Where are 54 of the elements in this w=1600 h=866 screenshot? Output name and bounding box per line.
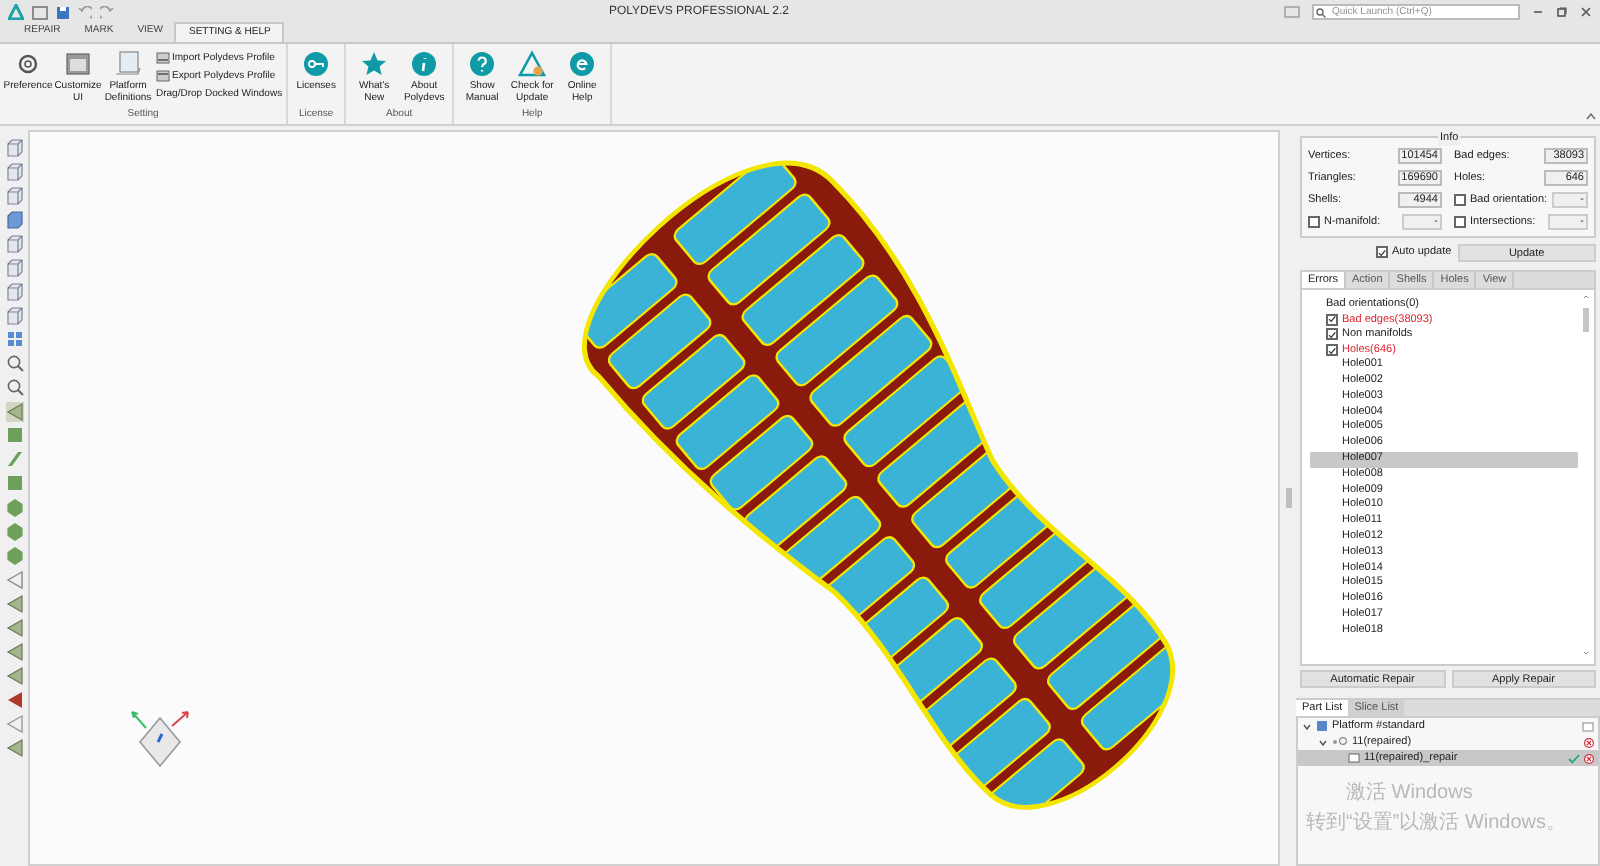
activation-detail: 转到“设置”以激活 Windows。 xyxy=(1306,809,1569,838)
nodes-icon[interactable] xyxy=(5,330,23,350)
export-icon xyxy=(156,70,170,82)
gear-icon xyxy=(14,50,42,78)
cube-icon[interactable] xyxy=(5,234,23,254)
star-icon xyxy=(360,50,389,78)
redo-icon[interactable] xyxy=(100,5,114,19)
chevron-down-icon[interactable] xyxy=(1302,721,1312,731)
chevron-down-icon[interactable] xyxy=(1318,737,1328,747)
window-icon xyxy=(64,50,92,78)
checkbox[interactable] xyxy=(1326,344,1338,357)
minimize-icon[interactable] xyxy=(1532,6,1544,18)
question-icon xyxy=(468,50,497,78)
app-logo-icon xyxy=(8,4,24,20)
part-icon xyxy=(1348,752,1360,764)
cube-icon[interactable] xyxy=(5,258,23,278)
undo-icon[interactable] xyxy=(78,5,92,19)
platform-status-icon xyxy=(1582,721,1594,731)
cube-icon[interactable] xyxy=(5,162,23,182)
checkbox[interactable] xyxy=(1308,216,1320,228)
error-icon[interactable] xyxy=(1584,753,1594,763)
zoom-icon[interactable] xyxy=(5,354,23,374)
platform-icon xyxy=(114,50,142,78)
checkmark-icon xyxy=(1568,753,1580,763)
platform-icon xyxy=(1316,720,1328,732)
restore-icon[interactable] xyxy=(1556,6,1568,18)
cube-icon[interactable] xyxy=(5,282,23,302)
square-icon[interactable] xyxy=(5,474,23,494)
checkbox[interactable] xyxy=(1454,194,1466,206)
key-icon xyxy=(302,50,331,78)
import-icon xyxy=(156,52,170,64)
checkbox[interactable] xyxy=(1326,328,1338,341)
e-circle-icon xyxy=(568,50,597,78)
parallelogram-icon[interactable] xyxy=(5,450,23,470)
search-icon xyxy=(1316,7,1326,17)
triangle-icon xyxy=(518,50,547,78)
zoom-icon[interactable] xyxy=(5,378,23,398)
splitter-handle[interactable] xyxy=(1285,488,1291,508)
cube-icon[interactable] xyxy=(5,186,23,206)
axis-cube-drawing xyxy=(131,711,189,768)
cube-icon[interactable] xyxy=(5,306,23,326)
square-icon[interactable] xyxy=(5,426,23,446)
cube-icon[interactable] xyxy=(5,210,23,230)
close-icon[interactable] xyxy=(1580,6,1592,18)
checkbox[interactable] xyxy=(1454,216,1466,228)
info-icon xyxy=(410,50,439,78)
triangle-icon[interactable] xyxy=(5,402,23,422)
cube-icon[interactable] xyxy=(5,138,23,158)
activation-title: 激活 Windows xyxy=(1346,780,1475,808)
checkbox[interactable] xyxy=(1376,246,1388,258)
collapse-ribbon-icon[interactable] xyxy=(1586,112,1596,120)
save-icon[interactable] xyxy=(56,5,70,19)
error-icon[interactable] xyxy=(1584,737,1594,747)
checkbox[interactable] xyxy=(1326,313,1338,326)
